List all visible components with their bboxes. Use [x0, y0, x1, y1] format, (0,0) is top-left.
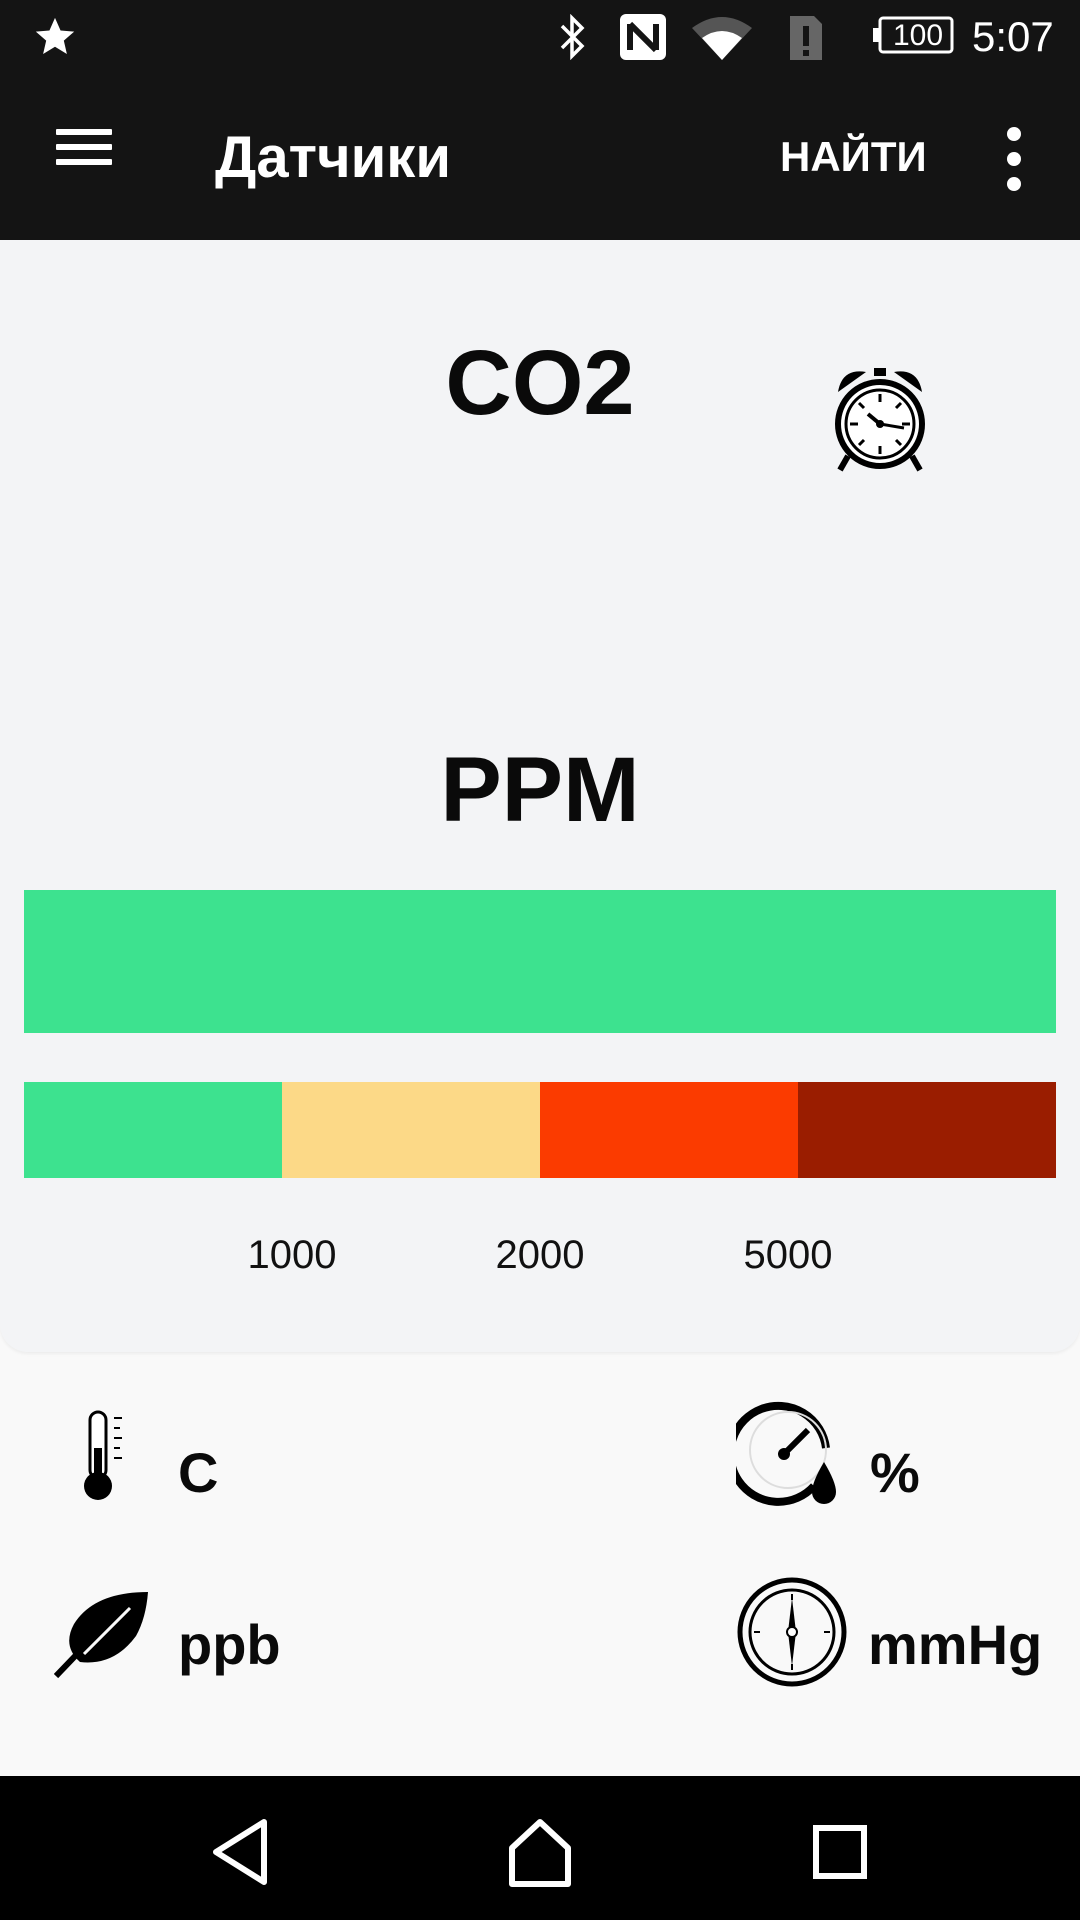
unit-label: PPM — [440, 739, 640, 841]
sensor-item-temperature[interactable]: C — [40, 1390, 460, 1520]
alarm-clock-icon[interactable] — [820, 358, 940, 478]
barometer-icon — [737, 1577, 847, 1687]
level-bar — [24, 890, 1056, 1033]
nfc-icon — [620, 14, 666, 60]
find-button[interactable]: НАЙТИ — [770, 125, 937, 189]
more-vert-icon — [1007, 127, 1021, 141]
sensor-item-humidity[interactable]: % — [730, 1390, 1060, 1520]
color-scale — [24, 1082, 1056, 1178]
sensor-item-pressure[interactable]: mmHg — [730, 1570, 1060, 1700]
scale-segment-moderate — [282, 1082, 540, 1178]
page-title: Датчики — [215, 125, 451, 190]
sim-alert-icon — [790, 16, 822, 60]
battery-level: 100 — [892, 19, 944, 52]
scale-segment-good — [24, 1082, 282, 1178]
scale-tick: 5000 — [743, 1233, 833, 1277]
sensor-unit-label: ppb — [178, 1613, 281, 1676]
status-bar: 100 5:07 — [0, 0, 1080, 75]
thermometer-icon — [84, 1410, 122, 1500]
humidity-gauge-icon — [736, 1401, 836, 1506]
wifi-icon — [692, 17, 752, 60]
menu-button[interactable] — [40, 117, 130, 197]
scale-tick: 2000 — [495, 1233, 585, 1277]
clock: 5:07 — [972, 13, 1054, 60]
recents-icon[interactable] — [790, 1802, 890, 1902]
back-icon[interactable] — [190, 1802, 290, 1902]
navigation-bar — [0, 1776, 1080, 1920]
hamburger-menu-icon — [56, 129, 112, 135]
scale-segment-high — [540, 1082, 798, 1178]
bluetooth-icon — [560, 14, 585, 60]
star-icon — [35, 17, 75, 55]
app-bar: Датчики НАЙТИ — [0, 75, 1080, 240]
leaf-icon — [54, 1592, 148, 1679]
sensor-card: CO2 PPM 1000 2000 5000 — [0, 240, 1080, 1352]
sensor-unit-label: % — [870, 1441, 920, 1504]
more-options-button[interactable] — [990, 123, 1038, 195]
sensor-unit-label: mmHg — [868, 1613, 1043, 1676]
sensor-item-air-quality[interactable]: ppb — [40, 1570, 460, 1700]
scale-tick: 1000 — [247, 1233, 337, 1277]
home-icon[interactable] — [490, 1802, 590, 1902]
scale-segment-danger — [798, 1082, 1056, 1178]
sensor-unit-label: C — [178, 1441, 219, 1504]
